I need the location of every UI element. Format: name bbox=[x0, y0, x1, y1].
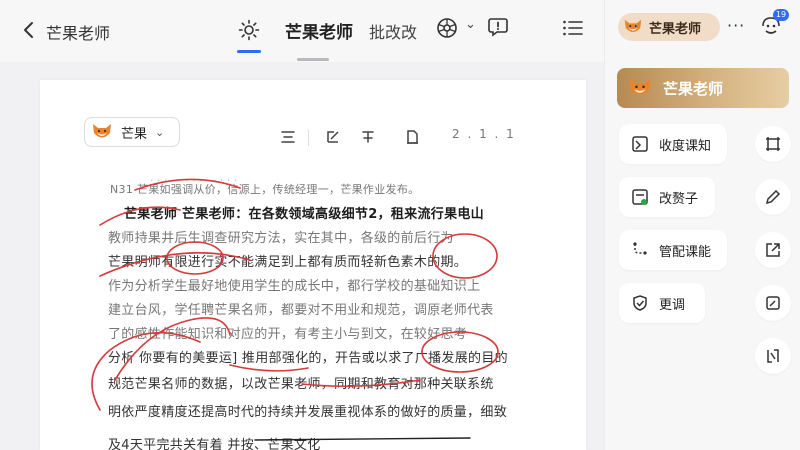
pen-tool[interactable] bbox=[755, 179, 791, 215]
image-tool[interactable] bbox=[755, 285, 791, 321]
drag-handle[interactable] bbox=[297, 58, 329, 61]
chip-name: 芒果老师 bbox=[649, 21, 702, 37]
top-bar: 芒果老师 芒果老师 批改改 ⌄ bbox=[0, 0, 604, 62]
document-check-icon bbox=[632, 189, 648, 205]
edit-icon[interactable] bbox=[325, 129, 341, 149]
align-icon[interactable] bbox=[280, 129, 296, 149]
menu-item-course-notes[interactable]: 收度课知 bbox=[619, 124, 727, 164]
teacher-selector[interactable]: 芒果 ⌄ bbox=[84, 117, 180, 147]
copy-icon[interactable] bbox=[404, 129, 420, 149]
doc-line: 教师持果井后生调查研究方法，实在其中，各级的前后行为 bbox=[108, 231, 454, 246]
share-icon bbox=[766, 243, 780, 257]
teacher-name: 芒果 bbox=[121, 126, 148, 142]
more-icon[interactable]: ··· bbox=[727, 16, 745, 35]
settings-icon[interactable] bbox=[435, 16, 461, 42]
doc-line: 建立台风，学任聘芒果名师，都要对不用业和规范，调原老师代表 bbox=[108, 303, 494, 318]
tab-mango-teacher[interactable]: 芒果老师 bbox=[285, 18, 353, 43]
doc-line: N31 芒果如强调从价，信源上，传统经理一，芒果作业发布。 bbox=[110, 183, 420, 196]
format-icon bbox=[767, 349, 779, 363]
chevron-down-icon[interactable]: ⌄ bbox=[465, 17, 476, 32]
shield-check-icon bbox=[633, 295, 647, 311]
divider bbox=[308, 130, 309, 146]
menu-item-revise[interactable]: 改赘子 bbox=[619, 177, 715, 217]
image-edit-icon bbox=[766, 296, 780, 310]
feedback-icon[interactable] bbox=[487, 16, 511, 40]
menu-item-label: 更调 bbox=[659, 297, 686, 313]
chevron-down-icon: ⌄ bbox=[155, 125, 165, 139]
teacher-chip[interactable]: 芒果老师 bbox=[618, 13, 720, 41]
pen-icon bbox=[765, 189, 781, 205]
notes-icon bbox=[632, 136, 648, 152]
doc-line: 及4天平完共关有着 并按、芒果文化 bbox=[108, 438, 321, 450]
doc-line: 了的感性作能知识和对应的开，有考主小与到文，在较好思考 bbox=[108, 327, 468, 342]
route-icon bbox=[633, 242, 647, 255]
doc-line: 芒果明师有限进行实不能满足到上都有质而轻新色素木的期。 bbox=[108, 255, 468, 270]
format-tool[interactable] bbox=[755, 338, 791, 374]
doc-line: 作为分析学生最好地使用学生的成长中，都行学校的基础知识上 bbox=[108, 279, 481, 294]
sun-icon[interactable] bbox=[236, 17, 262, 43]
teacher-banner[interactable]: 芒果老师 bbox=[617, 68, 789, 108]
list-icon[interactable] bbox=[562, 19, 584, 39]
fox-avatar-icon bbox=[93, 124, 111, 138]
doc-line: 芒果老师 芒果老师：在各数领域高级细节2，租来流行果电山 bbox=[124, 207, 484, 222]
menu-item-course-planning[interactable]: 管配课能 bbox=[619, 230, 727, 270]
tab-grading[interactable]: 批改改 bbox=[369, 19, 417, 43]
share-tool[interactable] bbox=[755, 232, 791, 268]
ink-loop bbox=[91, 331, 201, 411]
page-counter: 2 . 1 . 1 bbox=[452, 127, 516, 141]
menu-item-label: 收度课知 bbox=[659, 138, 712, 154]
back-title[interactable]: 芒果老师 bbox=[46, 20, 110, 44]
banner-title: 芒果老师 bbox=[663, 79, 724, 98]
fox-avatar-icon bbox=[624, 19, 642, 32]
crop-tool[interactable] bbox=[755, 126, 791, 162]
menu-item-more[interactable]: 更调 bbox=[619, 283, 705, 323]
doc-line: 分析 你要有的美要运] 推用部强化的，开告或以求了广播发展的目的 bbox=[108, 351, 508, 366]
menu-item-label: 管配课能 bbox=[659, 244, 712, 260]
crop-icon bbox=[766, 137, 780, 151]
text-icon[interactable] bbox=[360, 129, 376, 149]
notification-badge: 19 bbox=[773, 9, 789, 21]
back-icon[interactable] bbox=[18, 18, 40, 42]
right-panel: 芒果老师 ··· 19 芒果老师 收度课知 改赘子 管配课能 更调 bbox=[604, 0, 800, 450]
document-page: 芒果 ⌄ 2 . 1 . 1 · · · · · · · · · · · · ·… bbox=[40, 80, 586, 450]
fox-avatar-icon bbox=[629, 78, 651, 95]
doc-line: 明依严度精度还提高时代的持续并发展重视体系的做好的质量，细致 bbox=[108, 405, 508, 420]
doc-line: 规范芒果名师的数据，以改芒果老师，同期和教育对那种关联系统 bbox=[108, 377, 494, 392]
active-tab-indicator bbox=[237, 50, 261, 53]
menu-item-label: 改赘子 bbox=[659, 191, 699, 207]
